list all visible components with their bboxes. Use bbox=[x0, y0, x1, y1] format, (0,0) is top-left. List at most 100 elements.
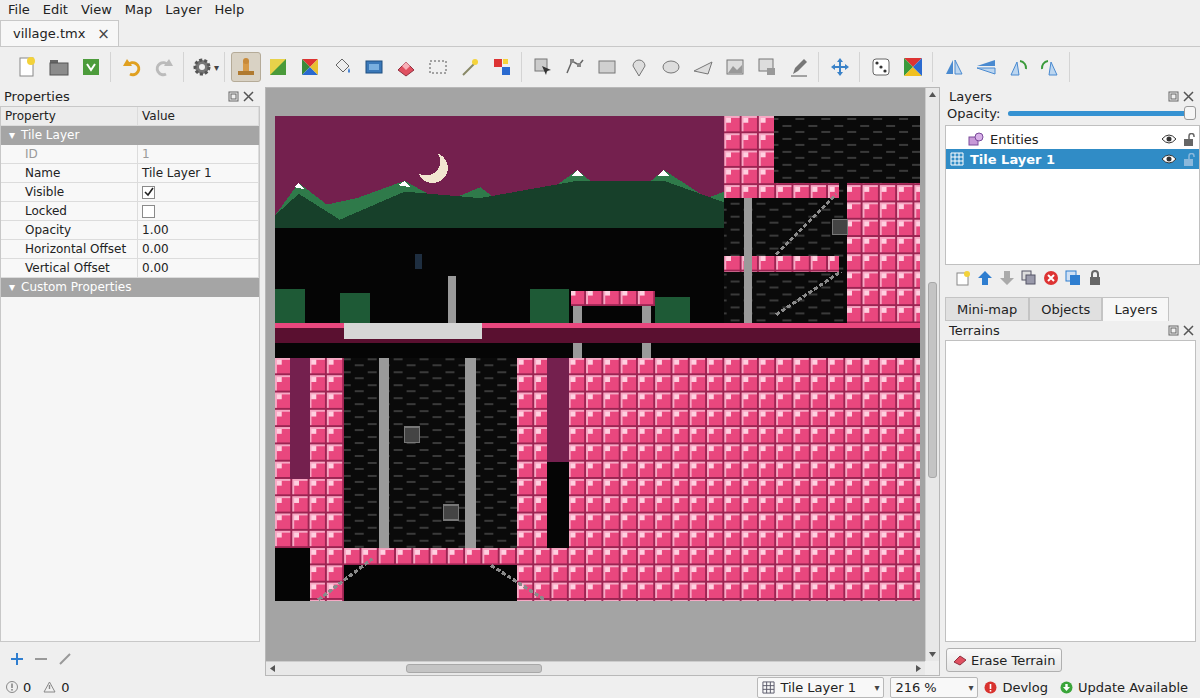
group-layer-icon[interactable] bbox=[1065, 270, 1081, 286]
close-icon[interactable] bbox=[243, 91, 254, 102]
property-row[interactable]: ID1 bbox=[1, 145, 259, 164]
layer-row[interactable]: Entities bbox=[946, 129, 1199, 149]
tool-button[interactable] bbox=[560, 52, 590, 82]
menu-item[interactable]: File bbox=[4, 1, 39, 19]
panel-tab[interactable]: Mini-map bbox=[945, 297, 1029, 321]
tool-button[interactable] bbox=[44, 52, 74, 82]
property-group[interactable]: ▾Custom Properties bbox=[1, 278, 259, 297]
remove-layer-icon[interactable] bbox=[1043, 270, 1059, 286]
menu-item[interactable]: Help bbox=[211, 1, 254, 19]
tool-button[interactable] bbox=[592, 52, 622, 82]
document-tab[interactable]: village.tmx× bbox=[0, 20, 119, 46]
vertical-scrollbar[interactable] bbox=[925, 88, 939, 661]
dropdown-caret[interactable]: ▾ bbox=[214, 62, 219, 73]
lock-icon[interactable] bbox=[1183, 133, 1195, 146]
tool-button[interactable] bbox=[231, 52, 261, 82]
tool-button[interactable] bbox=[688, 52, 718, 82]
property-row[interactable]: Locked bbox=[1, 202, 259, 221]
tool-button[interactable] bbox=[866, 52, 896, 82]
property-row[interactable]: Visible bbox=[1, 183, 259, 202]
scroll-thumb[interactable] bbox=[928, 282, 937, 479]
menu-item[interactable]: Layer bbox=[161, 1, 210, 19]
property-value[interactable]: 0.00 bbox=[138, 240, 259, 258]
error-count[interactable]: 0 bbox=[6, 680, 37, 695]
panel-tab[interactable]: Layers bbox=[1102, 297, 1169, 321]
property-value[interactable]: Tile Layer 1 bbox=[138, 164, 259, 182]
tool-button[interactable] bbox=[117, 52, 147, 82]
tool-button[interactable] bbox=[825, 52, 855, 82]
tool-button[interactable] bbox=[720, 52, 750, 82]
tool-button[interactable] bbox=[656, 52, 686, 82]
menu-item[interactable]: Map bbox=[121, 1, 161, 19]
tool-button[interactable] bbox=[327, 52, 357, 82]
property-row[interactable]: NameTile Layer 1 bbox=[1, 164, 259, 183]
property-value[interactable]: 1 bbox=[138, 145, 259, 163]
float-icon[interactable] bbox=[1168, 91, 1179, 102]
new-layer-icon[interactable] bbox=[955, 270, 971, 286]
tool-button[interactable] bbox=[149, 52, 179, 82]
layer-row[interactable]: Tile Layer 1 bbox=[946, 149, 1199, 169]
menu-item[interactable]: View bbox=[77, 1, 121, 19]
opacity-slider[interactable] bbox=[1008, 111, 1196, 116]
close-icon[interactable] bbox=[1183, 91, 1194, 102]
property-row[interactable]: Vertical Offset0.00 bbox=[1, 259, 259, 278]
tool-button[interactable] bbox=[12, 52, 42, 82]
tool-button[interactable] bbox=[624, 52, 654, 82]
float-icon[interactable] bbox=[228, 91, 239, 102]
checkbox[interactable] bbox=[142, 186, 155, 199]
property-value[interactable] bbox=[138, 202, 259, 220]
tool-button[interactable] bbox=[1035, 52, 1065, 82]
eye-icon[interactable] bbox=[1161, 133, 1177, 145]
property-value[interactable] bbox=[138, 183, 259, 201]
lock-icon[interactable] bbox=[1183, 153, 1195, 166]
erase-terrain-button[interactable]: Erase Terrain bbox=[946, 648, 1062, 672]
float-icon[interactable] bbox=[1168, 325, 1179, 336]
tool-button[interactable] bbox=[76, 52, 106, 82]
scroll-track[interactable] bbox=[279, 662, 912, 675]
property-row[interactable]: Horizontal Offset0.00 bbox=[1, 240, 259, 259]
tool-button[interactable] bbox=[263, 52, 293, 82]
devlog-link[interactable]: Devlog bbox=[984, 680, 1054, 695]
tool-button[interactable] bbox=[359, 52, 389, 82]
map-canvas[interactable] bbox=[275, 116, 920, 601]
tool-button[interactable] bbox=[528, 52, 558, 82]
tool-button[interactable] bbox=[752, 52, 782, 82]
lock-layer-icon[interactable] bbox=[1087, 270, 1103, 286]
scroll-thumb[interactable] bbox=[406, 664, 542, 673]
lower-layer-icon[interactable] bbox=[999, 270, 1015, 286]
warning-count[interactable]: 0 bbox=[43, 680, 75, 695]
zoom-select[interactable]: 216 %▾ bbox=[890, 677, 978, 698]
scroll-track[interactable] bbox=[926, 101, 939, 648]
tool-button[interactable] bbox=[898, 52, 928, 82]
tool-button[interactable] bbox=[939, 52, 969, 82]
tool-button[interactable] bbox=[487, 52, 517, 82]
tab-close-button[interactable]: × bbox=[97, 25, 110, 43]
tool-button[interactable] bbox=[295, 52, 325, 82]
slider-knob[interactable] bbox=[1184, 106, 1196, 120]
tool-button[interactable] bbox=[971, 52, 1001, 82]
map-viewport[interactable] bbox=[266, 88, 925, 661]
property-value[interactable]: 1.00 bbox=[138, 221, 259, 239]
property-row[interactable]: Opacity1.00 bbox=[1, 221, 259, 240]
tool-button[interactable] bbox=[784, 52, 814, 82]
duplicate-layer-icon[interactable] bbox=[1021, 270, 1037, 286]
raise-layer-icon[interactable] bbox=[977, 270, 993, 286]
property-value[interactable]: 0.00 bbox=[138, 259, 259, 277]
layer-select[interactable]: Tile Layer 1▾ bbox=[757, 677, 884, 698]
add-icon[interactable] bbox=[10, 652, 24, 666]
tool-button[interactable] bbox=[455, 52, 485, 82]
rename-icon[interactable] bbox=[58, 652, 72, 666]
remove-icon[interactable] bbox=[34, 652, 48, 666]
tool-button[interactable] bbox=[391, 52, 421, 82]
horizontal-scrollbar[interactable] bbox=[266, 661, 925, 675]
property-group[interactable]: ▾Tile Layer bbox=[1, 126, 259, 145]
panel-tab[interactable]: Objects bbox=[1029, 297, 1102, 321]
tool-button[interactable] bbox=[423, 52, 453, 82]
menu-item[interactable]: Edit bbox=[39, 1, 77, 19]
checkbox[interactable] bbox=[142, 205, 155, 218]
tool-button[interactable] bbox=[1003, 52, 1033, 82]
close-icon[interactable] bbox=[1183, 325, 1194, 336]
eye-icon[interactable] bbox=[1161, 153, 1177, 165]
tool-button[interactable]: ▾ bbox=[190, 52, 220, 82]
update-link[interactable]: Update Available bbox=[1060, 680, 1194, 695]
